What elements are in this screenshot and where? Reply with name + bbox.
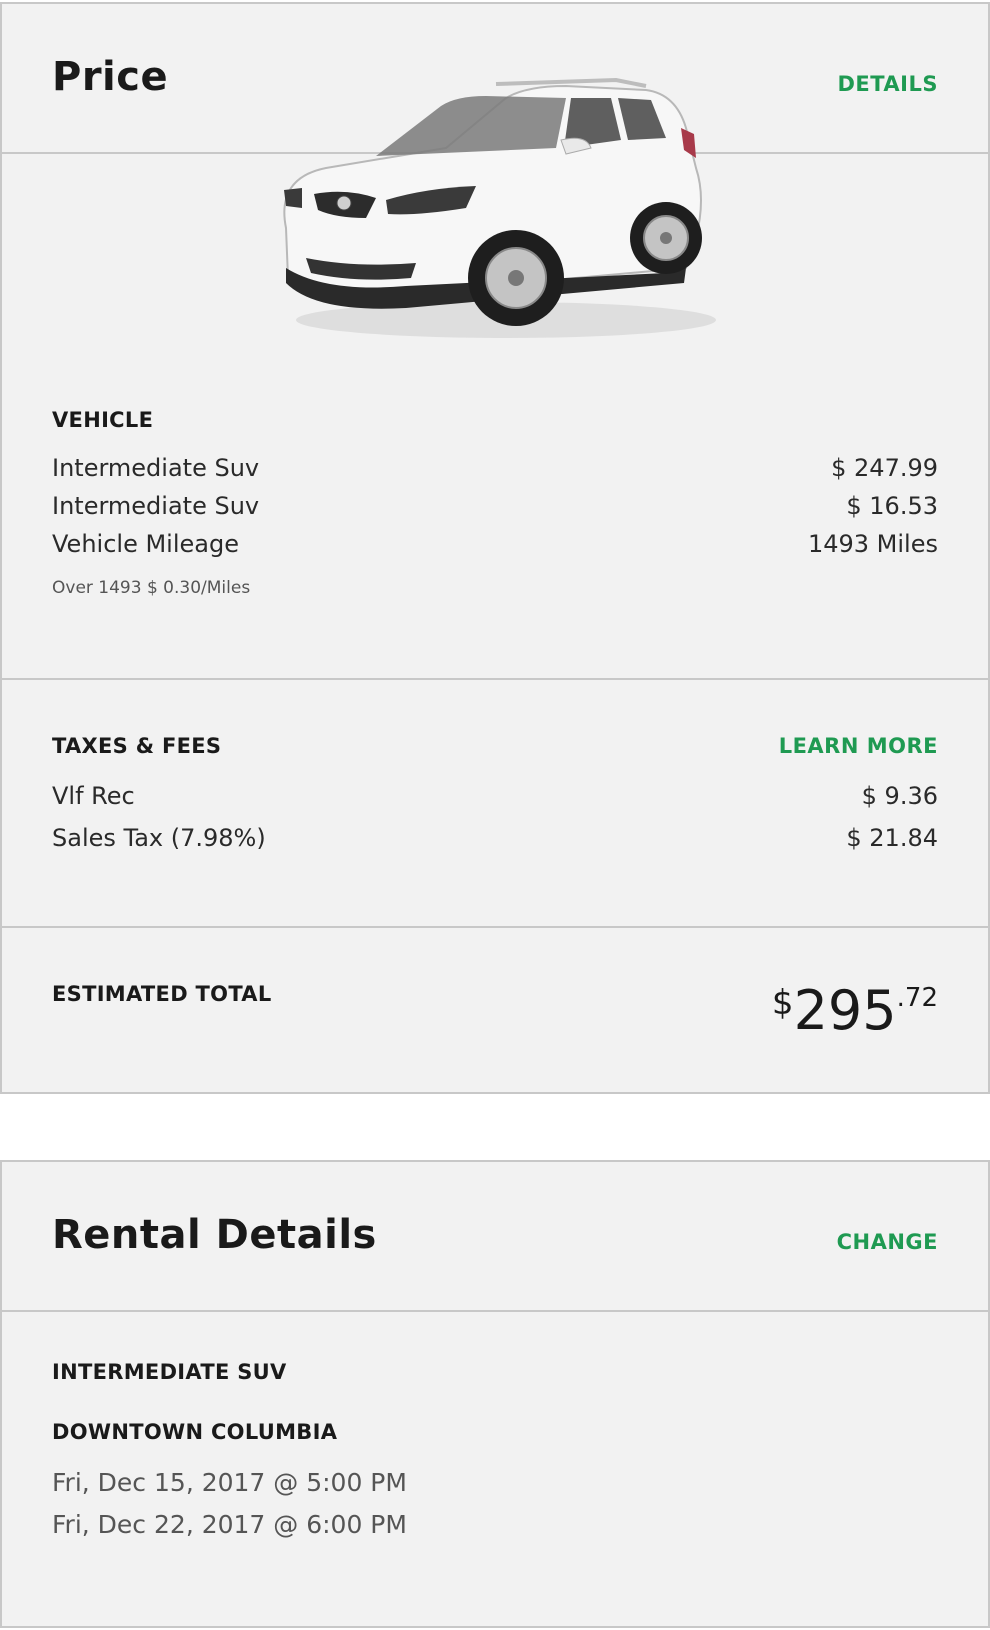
vehicle-line-value: $ 247.99 <box>831 454 938 482</box>
tax-line-label: Sales Tax (7.98%) <box>52 824 266 852</box>
tax-line-value: $ 21.84 <box>846 824 938 852</box>
total-currency-symbol: $ <box>771 983 794 1023</box>
vehicle-mileage-line: Vehicle Mileage 1493 Miles <box>52 530 938 562</box>
vehicle-heading: VEHICLE <box>52 408 154 432</box>
tax-line: Sales Tax (7.98%) $ 21.84 <box>52 824 938 856</box>
learn-more-link[interactable]: LEARN MORE <box>779 734 938 758</box>
vehicle-line-label: Intermediate Suv <box>52 492 260 520</box>
taxes-heading: TAXES & FEES <box>52 734 222 758</box>
vehicle-line-value: $ 16.53 <box>846 492 938 520</box>
estimated-total-heading: ESTIMATED TOTAL <box>52 982 272 1006</box>
vehicle-line: Intermediate Suv $ 247.99 <box>52 454 938 486</box>
vehicle-mileage-value: 1493 Miles <box>807 530 938 558</box>
tax-line-value: $ 9.36 <box>861 782 938 810</box>
rental-header: Rental Details CHANGE <box>2 1162 988 1312</box>
tax-line-label: Vlf Rec <box>52 782 135 810</box>
vehicle-line-label: Intermediate Suv <box>52 454 260 482</box>
rental-details-card: Rental Details CHANGE INTERMEDIATE SUV D… <box>0 1160 990 1628</box>
estimated-total-amount: $295.72 <box>772 979 938 1042</box>
price-title: Price <box>52 54 169 100</box>
section-divider <box>2 926 988 928</box>
tax-line: Vlf Rec $ 9.36 <box>52 782 938 814</box>
mileage-note: Over 1493 $ 0.30/Miles <box>52 578 251 598</box>
details-link[interactable]: DETAILS <box>837 72 938 96</box>
vehicle-class: INTERMEDIATE SUV <box>52 1360 287 1384</box>
total-cents: .72 <box>896 983 938 1013</box>
pickup-datetime: Fri, Dec 15, 2017 @ 5:00 PM <box>52 1468 407 1497</box>
rental-title: Rental Details <box>52 1212 377 1258</box>
section-divider <box>2 678 988 680</box>
price-card: Price DETAILS VEHICLE Intermediate Suv $… <box>0 2 990 1094</box>
vehicle-mileage-label: Vehicle Mileage <box>52 530 239 558</box>
white-suv-image <box>283 77 716 338</box>
total-whole: 295 <box>793 979 897 1042</box>
change-link[interactable]: CHANGE <box>837 1230 938 1254</box>
dropoff-datetime: Fri, Dec 22, 2017 @ 6:00 PM <box>52 1510 407 1539</box>
pickup-location: DOWNTOWN COLUMBIA <box>52 1420 338 1444</box>
vehicle-line: Intermediate Suv $ 16.53 <box>52 492 938 524</box>
